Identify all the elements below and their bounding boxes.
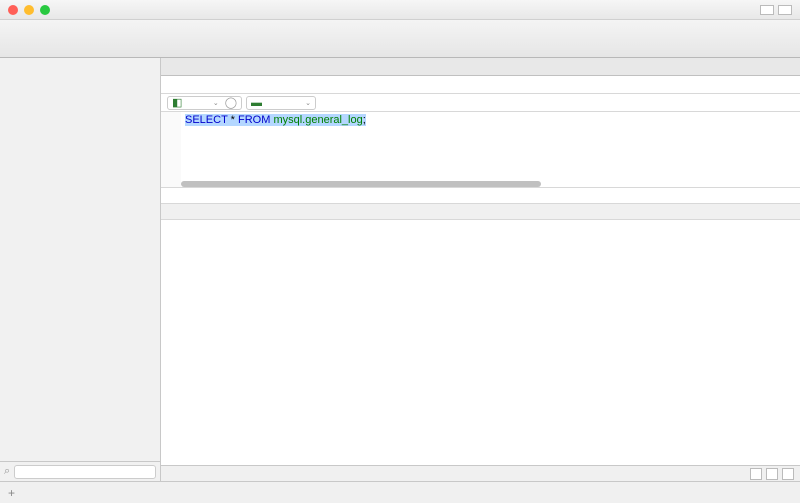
chevron-down-icon: ⌄: [213, 99, 219, 107]
chevron-down-icon: ⌄: [305, 99, 311, 107]
layout-btn-2[interactable]: [778, 5, 792, 15]
database-selector[interactable]: ▬ ⌄: [246, 96, 316, 110]
view-mode-form[interactable]: [766, 468, 778, 480]
connection-selector[interactable]: ◧ ⌄ ◯: [167, 96, 242, 110]
search-icon: ⌕: [4, 465, 10, 478]
close-window[interactable]: [8, 5, 18, 15]
sql-editor[interactable]: SELECT * FROM mysql.general_log;: [181, 112, 800, 187]
add-button[interactable]: +: [8, 486, 15, 500]
db-icon: ▬: [251, 97, 262, 109]
sidebar-search-input[interactable]: [14, 465, 156, 479]
minimize-window[interactable]: [24, 5, 34, 15]
conn-icon: ◧: [172, 96, 182, 109]
view-mode-text[interactable]: [782, 468, 794, 480]
view-mode-grid[interactable]: [750, 468, 762, 480]
maximize-window[interactable]: [40, 5, 50, 15]
horizontal-scrollbar[interactable]: [181, 181, 541, 187]
layout-btn-1[interactable]: [760, 5, 774, 15]
